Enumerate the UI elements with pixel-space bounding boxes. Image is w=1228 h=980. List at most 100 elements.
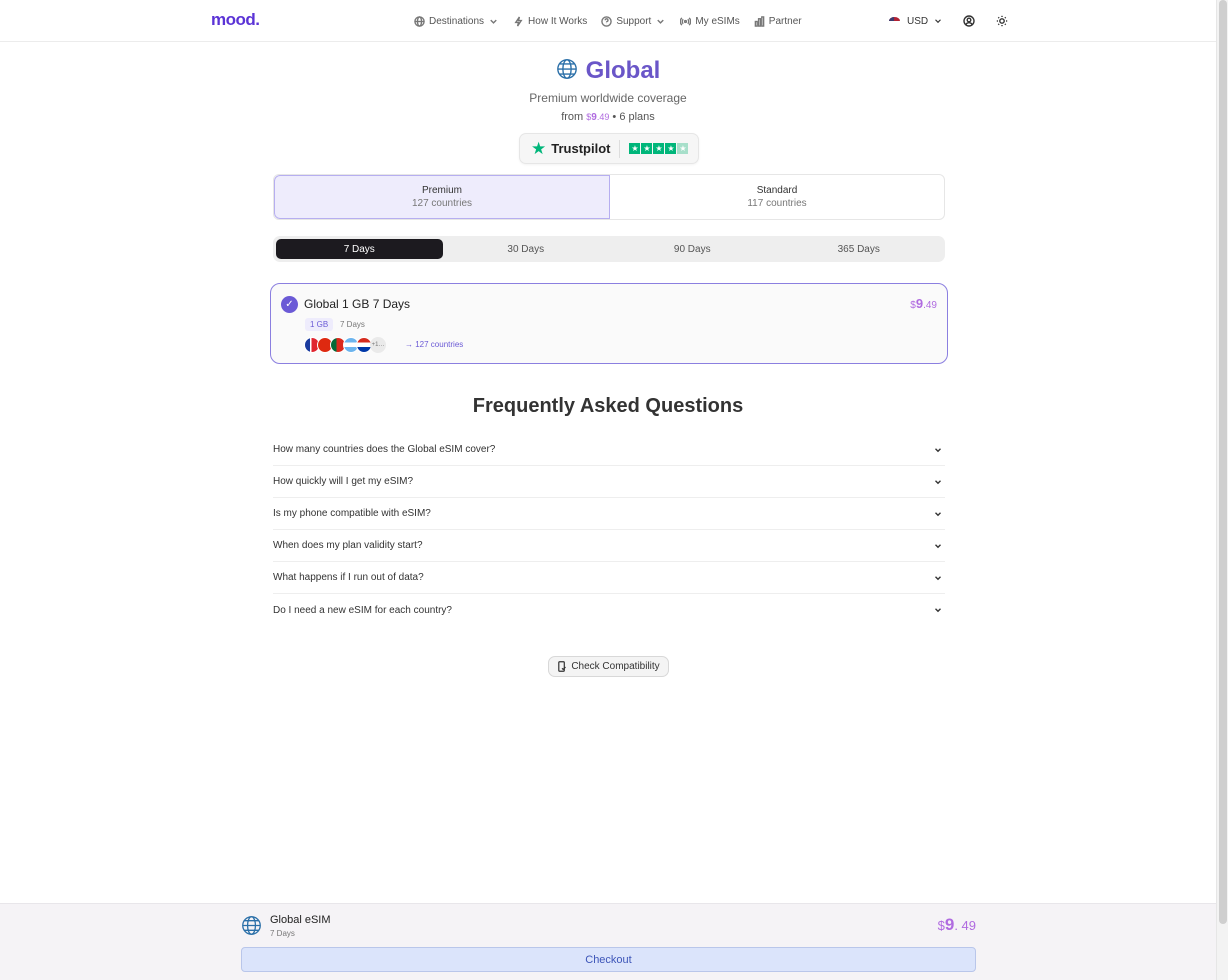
faq-question: How quickly will I get my eSIM? <box>273 476 414 487</box>
countries-link[interactable]: → 127 countries <box>405 340 463 349</box>
faq-item[interactable]: How many countries does the Global eSIM … <box>273 434 945 466</box>
help-icon <box>601 15 613 27</box>
from-price: $9.49 <box>586 112 610 123</box>
check-compatibility-button[interactable]: Check Compatibility <box>548 656 669 677</box>
faq-item[interactable]: Do I need a new eSIM for each country? <box>273 594 945 626</box>
checkout-price-whole: 9 <box>944 915 955 934</box>
faq-item[interactable]: When does my plan validity start? <box>273 530 945 562</box>
checkout-plan-title: Global eSIM <box>270 914 331 926</box>
faq-title: Frequently Asked Questions <box>472 395 744 417</box>
chevron-down-icon <box>657 19 665 24</box>
checkout-plan-days: 7 Days <box>270 929 295 938</box>
trustpilot-star-icon: ★ <box>531 139 547 158</box>
chevron-down-icon <box>935 511 941 516</box>
account-icon[interactable] <box>963 15 975 27</box>
nav-destinations[interactable]: Destinations <box>414 16 499 27</box>
plan-type-standard[interactable]: Standard 117 countries <box>610 175 944 219</box>
faq-question: Do I need a new eSIM for each country? <box>273 604 452 616</box>
faq-item[interactable]: What happens if I run out of data? <box>273 562 945 594</box>
nav-how-it-works-label: How It Works <box>528 15 588 27</box>
plan-type-title: Standard <box>756 185 798 196</box>
duration-tabs: 7 Days 30 Days 90 Days 365 Days <box>273 236 945 262</box>
tab-7-days[interactable]: 7 Days <box>276 239 443 259</box>
tab-30-days[interactable]: 30 Days <box>443 239 610 259</box>
price-summary: from $9.49 • 6 plans <box>0 111 1216 123</box>
plan-type-title: Premium <box>421 185 462 196</box>
nav-support-label: Support <box>616 15 652 27</box>
arrow-right-icon: → <box>405 340 413 349</box>
nav-how-it-works[interactable]: How It Works <box>513 16 587 27</box>
checkout-price-symbol: $ <box>937 918 945 933</box>
checkout-price: $9. 49 <box>938 915 976 935</box>
nav-my-esims-label: My eSIMs <box>695 15 740 27</box>
star-icon: ★ <box>641 143 653 154</box>
currency-label: USD <box>907 15 929 27</box>
checkout-button[interactable]: Checkout <box>241 947 976 972</box>
star-icon: ★ <box>653 143 665 154</box>
globe-icon <box>241 915 262 941</box>
page-title-text: Global <box>585 57 661 84</box>
currency-selector[interactable]: USD <box>889 16 943 27</box>
nav-support[interactable]: Support <box>601 16 666 27</box>
faq-item[interactable]: How quickly will I get my eSIM? <box>273 466 945 498</box>
trustpilot-badge[interactable]: ★ Trustpilot ★ ★ ★ ★ ★ <box>519 133 699 164</box>
scrollbar[interactable] <box>1216 0 1228 980</box>
plan-price: $9.49 <box>910 296 937 311</box>
phone-check-icon <box>558 661 567 672</box>
plan-price-whole: 9 <box>915 296 924 311</box>
chevron-down-icon <box>935 447 941 452</box>
plan-card[interactable]: ✓ Global 1 GB 7 Days $9.49 1 GB 7 Days +… <box>270 283 948 364</box>
faq-item[interactable]: Is my phone compatible with eSIM? <box>273 498 945 530</box>
star-icon: ★ <box>677 143 689 154</box>
from-label: from <box>561 111 584 123</box>
more-flags-badge: +1… <box>370 337 386 353</box>
nav-partner-label: Partner <box>768 15 802 27</box>
star-icon: ★ <box>665 143 677 154</box>
tab-90-days[interactable]: 90 Days <box>609 239 776 259</box>
page-subtitle: Premium worldwide coverage <box>529 91 687 105</box>
plan-name: Global 1 GB 7 Days <box>304 297 411 311</box>
nav-destinations-label: Destinations <box>429 15 485 27</box>
check-compatibility-label: Check Compatibility <box>571 661 660 672</box>
top-header: mood. Destinations How It Works Support … <box>0 0 1216 42</box>
from-price-decimal: .49 <box>596 112 610 122</box>
nav-my-esims[interactable]: My eSIMs <box>680 15 740 27</box>
globe-icon <box>414 15 425 27</box>
nav-partner[interactable]: Partner <box>754 16 802 27</box>
plan-type-selector: Premium 127 countries Standard 117 count… <box>273 174 945 220</box>
chevron-down-icon <box>935 479 941 484</box>
scrollbar-thumb[interactable] <box>1219 0 1227 924</box>
chart-icon <box>754 15 765 27</box>
tab-365-days[interactable]: 365 Days <box>776 239 943 259</box>
divider <box>619 139 621 158</box>
star-icon: ★ <box>629 143 641 154</box>
checkout-bar: Global eSIM 7 Days $9. 49 Checkout <box>0 903 1216 980</box>
lightning-icon <box>514 16 523 26</box>
signal-icon <box>680 16 692 26</box>
sun-icon[interactable] <box>996 15 1008 27</box>
plan-type-premium[interactable]: Premium 127 countries <box>274 175 610 219</box>
country-flags: +1… <box>304 337 386 353</box>
chevron-down-icon <box>935 608 941 613</box>
check-icon: ✓ <box>281 296 298 313</box>
trustpilot-name: Trustpilot <box>551 141 611 156</box>
days-chip: 7 Days <box>340 320 365 329</box>
faq-list: How many countries does the Global eSIM … <box>273 434 945 626</box>
main-nav: Destinations How It Works Support My eSI… <box>414 0 802 42</box>
plan-price-decimal: .49 <box>923 300 937 311</box>
faq-question: Is my phone compatible with eSIM? <box>273 508 431 519</box>
page-title: Global <box>0 57 1216 85</box>
plan-type-subtitle: 127 countries <box>411 198 473 209</box>
globe-icon <box>556 58 578 85</box>
us-flag-icon <box>889 17 900 25</box>
checkout-price-decimal: . 49 <box>954 918 976 933</box>
plans-count: • 6 plans <box>612 111 655 123</box>
logo[interactable]: mood. <box>211 10 260 30</box>
faq-question: How many countries does the Global eSIM … <box>273 444 496 455</box>
countries-link-label: 127 countries <box>415 340 464 349</box>
chevron-down-icon <box>935 575 941 580</box>
plan-type-subtitle: 117 countries <box>747 198 807 209</box>
faq-question: When does my plan validity start? <box>273 540 423 551</box>
header-actions: USD <box>889 0 1008 42</box>
data-chip: 1 GB <box>305 318 334 331</box>
